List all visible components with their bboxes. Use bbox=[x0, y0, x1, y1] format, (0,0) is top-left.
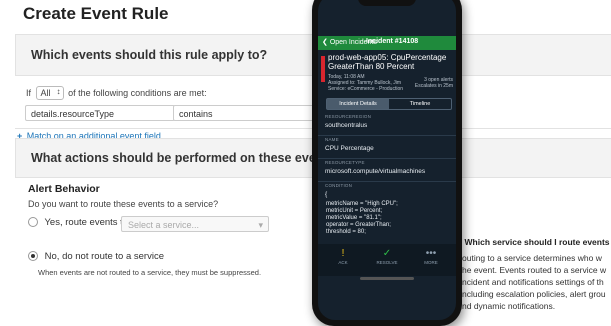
more-icon: ••• bbox=[425, 248, 437, 259]
incident-status: 3 open alerts Escalates in 25m bbox=[411, 77, 453, 89]
incident-tabs: Incident Details Timeline bbox=[326, 98, 452, 110]
row-divider bbox=[318, 181, 456, 182]
cond-suffix: of the following conditions are met: bbox=[68, 88, 207, 98]
help-line: ncluding escalation policies, alert grou bbox=[462, 289, 606, 299]
incident-name: prod-web-app05: CpuPercentage GreaterTha… bbox=[328, 53, 447, 71]
help-title: ● Which service should I route events bbox=[457, 237, 610, 247]
page-title: Create Event Rule bbox=[23, 4, 169, 23]
route-yes-label: Yes, route events to bbox=[44, 217, 129, 228]
detail-value: microsoft.compute/virtualmachines bbox=[325, 168, 426, 175]
help-title-text: Which service should I route events bbox=[464, 237, 610, 247]
match-mode-select[interactable]: All bbox=[35, 86, 64, 100]
event-field-input[interactable]: details.resourceType bbox=[25, 105, 175, 121]
cond-prefix: If bbox=[26, 88, 32, 98]
ack-button[interactable]: ! ACK bbox=[323, 248, 363, 265]
check-icon: ✓ bbox=[382, 248, 392, 259]
help-line: ncident and notifications settings of th bbox=[462, 277, 604, 287]
detail-key: RESOURCEREGION bbox=[325, 114, 372, 119]
help-line: he event. Events routed to a service w bbox=[462, 265, 607, 275]
incident-meta: Today, 11:08 AM Assigned to: Tammy Bullo… bbox=[328, 74, 403, 92]
route-no-radio[interactable] bbox=[28, 251, 38, 262]
detail-value: CPU Percentage bbox=[325, 145, 374, 152]
service-select[interactable]: Select a service... bbox=[121, 216, 269, 233]
route-question: Do you want to route these events to a s… bbox=[28, 199, 219, 209]
tab-timeline[interactable]: Timeline bbox=[389, 99, 451, 109]
route-yes-radio[interactable] bbox=[28, 217, 38, 228]
route-yes-option[interactable]: Yes, route events to bbox=[28, 217, 128, 228]
detail-value: southcentralus bbox=[325, 122, 368, 129]
route-no-hint: When events are not routed to a service,… bbox=[38, 268, 262, 277]
help-line: nd dynamic notifications. bbox=[462, 301, 556, 311]
incident-topbar: ❮ Open Incidents Incident #14108 bbox=[318, 36, 456, 50]
actions-section-heading: What actions should be performed on thes… bbox=[31, 151, 343, 165]
action-bar: ! ACK ✓ RESOLVE ••• MORE bbox=[318, 244, 456, 276]
events-section-heading: Which events should this rule apply to? bbox=[31, 48, 268, 62]
incident-id: Incident #14108 bbox=[366, 38, 419, 45]
detail-value: { bbox=[325, 191, 328, 198]
alert-behavior-title: Alert Behavior bbox=[28, 183, 100, 195]
route-no-option[interactable]: No, do not route to a service bbox=[28, 251, 164, 262]
severity-bar bbox=[321, 56, 325, 82]
phone-notch bbox=[358, 0, 416, 6]
more-label: MORE bbox=[424, 260, 438, 265]
ack-label: ACK bbox=[338, 260, 348, 265]
detail-key: RESOURCETYPE bbox=[325, 160, 365, 165]
resolve-button[interactable]: ✓ RESOLVE bbox=[367, 248, 407, 265]
condition-code: metricName = "High CPU"; metricUnit = Pe… bbox=[326, 201, 398, 235]
meta-line: Service: eCommerce - Production bbox=[328, 86, 404, 92]
conditions-line: If All of the following conditions are m… bbox=[26, 86, 207, 100]
detail-key: CONDITION bbox=[325, 183, 353, 188]
help-line: outing to a service determines who w bbox=[462, 253, 602, 263]
ack-icon: ! bbox=[341, 248, 345, 259]
status-line: Escalates in 25m bbox=[414, 83, 453, 89]
more-button[interactable]: ••• MORE bbox=[411, 248, 451, 265]
home-indicator bbox=[360, 277, 414, 280]
phone-mockup: ❮ Open Incidents Incident #14108 prod-we… bbox=[312, 0, 462, 326]
tab-incident-details[interactable]: Incident Details bbox=[327, 99, 389, 109]
route-no-label: No, do not route to a service bbox=[44, 251, 164, 262]
resolve-label: RESOLVE bbox=[376, 260, 398, 265]
operator-select[interactable]: contains bbox=[173, 105, 323, 122]
row-divider bbox=[318, 135, 456, 136]
phone-screen: ❮ Open Incidents Incident #14108 prod-we… bbox=[318, 0, 456, 320]
detail-key: NAME bbox=[325, 137, 339, 142]
row-divider bbox=[318, 158, 456, 159]
